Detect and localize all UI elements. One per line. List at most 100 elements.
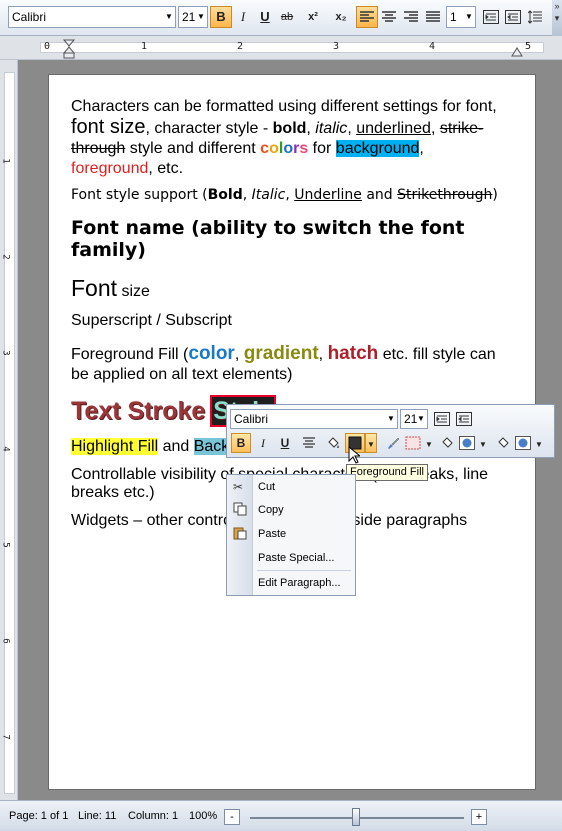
right-indent-marker[interactable]	[511, 45, 523, 57]
mouse-cursor-icon	[348, 446, 360, 464]
mini-font-size-combo[interactable]: 21 ▼	[400, 409, 428, 429]
ruler-number: 5	[0, 542, 11, 548]
text-run-foreground: foreground	[71, 160, 149, 177]
mini-foreground-fill-dropdown[interactable]: ▼	[365, 433, 377, 453]
chevron-down-icon[interactable]: ▼	[385, 410, 397, 428]
mini-shape-fill-dropdown[interactable]: ▼	[477, 433, 489, 453]
text-run: and	[158, 438, 194, 455]
mini-outline-dropdown[interactable]: ▼	[533, 433, 545, 453]
underline-button[interactable]: U	[254, 6, 276, 28]
ruler-number: 2	[237, 41, 244, 52]
increase-indent-button[interactable]	[480, 6, 502, 28]
chevron-down-icon: ▼	[425, 440, 433, 449]
chevron-down-icon[interactable]: ▼	[463, 7, 475, 27]
text-run-highlight: Highlight Fill	[71, 438, 159, 455]
zoom-slider-thumb[interactable]	[352, 808, 360, 826]
mini-fill2-button[interactable]	[493, 433, 513, 453]
text-run: )	[492, 187, 498, 203]
colored-letter: o	[283, 140, 294, 157]
text-run-font-size: font size	[71, 116, 146, 138]
ruler-track	[40, 42, 544, 53]
menu-item-label: Paste Special...	[258, 552, 335, 564]
font-size-combo[interactable]: 21 ▼	[178, 6, 208, 28]
formatting-toolbar: Calibri ▼ 21 ▼ B I U ab x² x₂ 1 ▼ » ▾	[0, 0, 562, 36]
font-name-combo[interactable]: Calibri ▼	[8, 6, 176, 28]
text-run-italic: Italic	[251, 187, 286, 203]
align-left-button[interactable]	[356, 6, 378, 28]
font-name-value: Calibri	[12, 10, 47, 24]
ruler-number: 3	[0, 350, 11, 356]
decrease-indent-button[interactable]	[502, 6, 524, 28]
toolbar-overflow-grip[interactable]: » ▾	[552, 0, 562, 36]
mini-font-name-combo[interactable]: Calibri ▼	[230, 409, 398, 429]
fill-bucket-icon	[442, 437, 453, 448]
mini-brush-button[interactable]	[383, 433, 403, 453]
menu-item-paste-special[interactable]: Paste Special...	[227, 547, 355, 569]
align-right-button[interactable]	[400, 6, 422, 28]
superscript-button[interactable]: x²	[302, 6, 324, 28]
ruler-number: 0	[44, 41, 51, 52]
mini-align-center-button[interactable]	[299, 433, 319, 453]
align-justify-button[interactable]	[422, 6, 444, 28]
text-run: style and different	[125, 140, 261, 157]
scissors-icon: ✂	[233, 480, 244, 494]
colored-letter: s	[299, 140, 309, 157]
mini-font-name-value: Calibri	[234, 412, 269, 426]
text-run: Characters can be formatted using differ…	[71, 98, 497, 115]
zoom-in-button[interactable]: +	[471, 809, 487, 825]
line-spacing-combo[interactable]: 1 ▼	[446, 6, 476, 28]
italic-button[interactable]: I	[232, 6, 254, 28]
text-stroke-icon	[405, 436, 421, 450]
text-run: ,	[242, 187, 252, 203]
horizontal-ruler: 0 1 2 3 4 5	[0, 36, 562, 60]
menu-item-paste[interactable]: Paste	[227, 523, 355, 545]
menu-item-label: Edit Paragraph...	[258, 577, 341, 589]
menu-item-cut[interactable]: ✂ Cut	[227, 476, 355, 498]
text-run: ,	[306, 120, 316, 137]
paragraph-spacing-button[interactable]	[524, 6, 546, 28]
text-run-colors: colors	[260, 140, 308, 157]
menu-item-copy[interactable]: Copy	[227, 499, 355, 521]
menu-item-label: Paste	[258, 528, 287, 540]
align-left-icon	[360, 11, 374, 22]
chevron-down-icon[interactable]: ▼	[163, 7, 175, 27]
chevron-down-icon[interactable]: ▼	[195, 7, 207, 27]
subscript-button[interactable]: x₂	[330, 6, 352, 28]
chevron-down-icon[interactable]: ▼	[415, 410, 427, 428]
mini-text-stroke-dropdown[interactable]: ▼	[423, 433, 435, 453]
paragraph-spacing-icon	[527, 10, 542, 24]
mini-fill-button[interactable]	[437, 433, 457, 453]
colored-letter: c	[260, 140, 270, 157]
color-circle-icon	[515, 436, 531, 450]
mini-outline-button[interactable]	[513, 433, 533, 453]
first-line-indent-marker[interactable]	[63, 39, 75, 59]
align-center-icon	[303, 437, 315, 448]
align-center-button[interactable]	[378, 6, 400, 28]
text-run: and	[361, 187, 398, 203]
text-run: ,	[430, 120, 440, 137]
document-content[interactable]: Characters can be formatted using differ…	[71, 97, 517, 530]
strikethrough-button[interactable]: ab	[276, 6, 298, 28]
bold-button[interactable]: B	[210, 6, 232, 28]
mini-underline-button[interactable]: U	[275, 433, 295, 453]
mini-text-stroke-button[interactable]	[403, 433, 423, 453]
mini-increase-indent-button[interactable]	[432, 409, 452, 429]
chevron-down-icon: ▼	[479, 440, 487, 449]
mini-italic-button[interactable]: I	[253, 433, 273, 453]
mini-bold-button[interactable]: B	[231, 433, 251, 453]
mini-shape-fill-button[interactable]	[457, 433, 477, 453]
mini-highlight-button[interactable]	[323, 433, 343, 453]
column-indicator: Column: 1	[128, 810, 179, 822]
ruler-number: 5	[525, 41, 532, 52]
menu-item-edit-paragraph[interactable]: Edit Paragraph...	[227, 572, 355, 594]
text-run-back: Back	[193, 438, 230, 455]
mini-decrease-indent-button[interactable]	[454, 409, 474, 429]
chevron-down-icon: ▼	[367, 440, 375, 449]
text-run-color: color	[188, 343, 235, 364]
line-spacing-value: 1	[450, 10, 457, 24]
text-run-bold: Bold	[207, 187, 243, 203]
context-menu: ✂ Cut Copy Paste Paste Special... Edit P…	[226, 474, 356, 596]
ruler-number: 4	[0, 446, 11, 452]
text-run-strike: Strikethrough	[397, 187, 493, 203]
zoom-out-button[interactable]: -	[224, 809, 240, 825]
